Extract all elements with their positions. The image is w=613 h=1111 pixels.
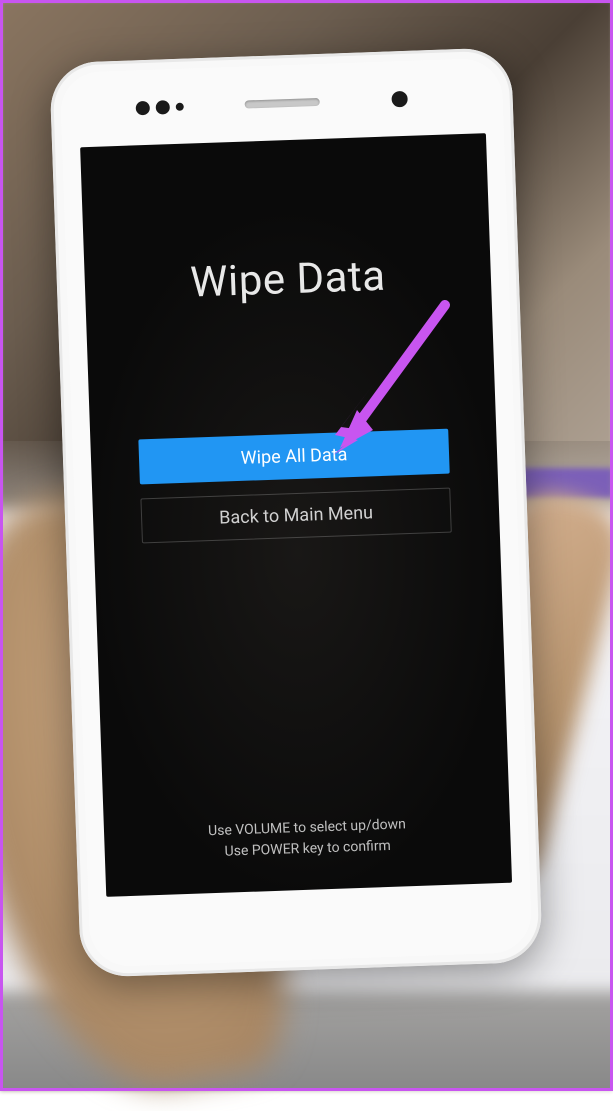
option-label: Back to Main Menu bbox=[219, 502, 374, 528]
recovery-title: Wipe Data bbox=[189, 252, 386, 308]
recovery-menu: Wipe Data Wipe All Data Back to Main Men… bbox=[80, 133, 512, 897]
sensor-icon bbox=[156, 100, 170, 114]
phone-bottom-bezel bbox=[88, 885, 532, 960]
sensor-icon bbox=[136, 101, 150, 115]
earpiece-icon bbox=[244, 98, 319, 109]
wipe-all-data-button[interactable]: Wipe All Data bbox=[138, 429, 449, 485]
phone-device: Wipe Data Wipe All Data Back to Main Men… bbox=[49, 47, 543, 978]
phone-top-bezel bbox=[60, 66, 504, 141]
recovery-instructions: Use VOLUME to select up/down Use POWER k… bbox=[104, 811, 511, 867]
back-to-main-menu-button[interactable]: Back to Main Menu bbox=[140, 488, 451, 544]
front-camera-icon bbox=[391, 91, 408, 108]
option-label: Wipe All Data bbox=[240, 444, 347, 469]
sensor-icon bbox=[176, 103, 184, 111]
recovery-options-list: Wipe All Data Back to Main Menu bbox=[138, 429, 451, 544]
phone-screen: Wipe Data Wipe All Data Back to Main Men… bbox=[80, 133, 512, 897]
